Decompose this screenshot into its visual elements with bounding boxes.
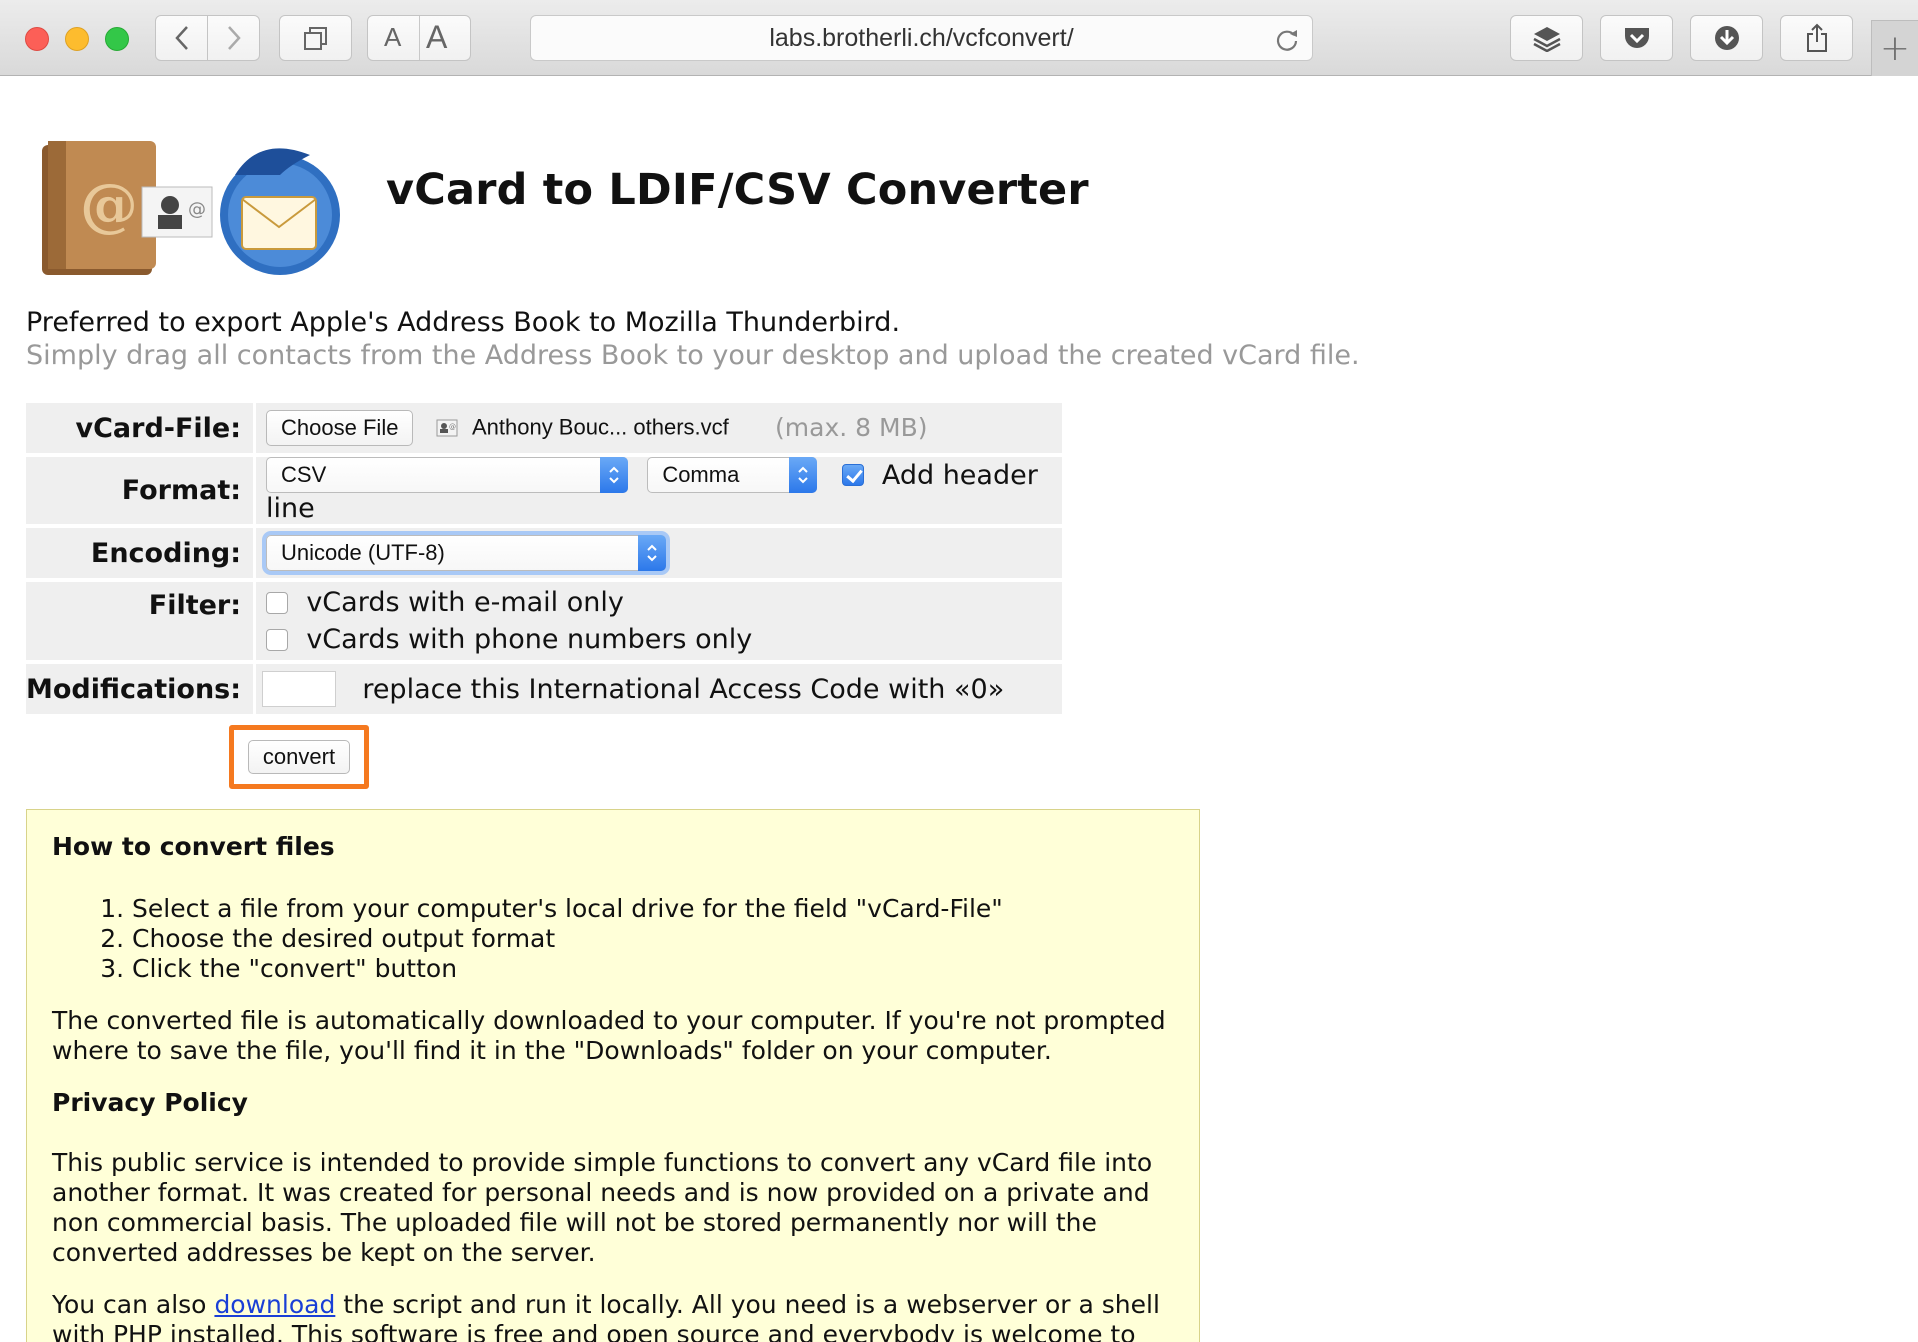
back-button[interactable] <box>155 15 208 61</box>
vcard-file-cell: Choose File @ Anthony Bouc... others.vcf… <box>256 403 1062 453</box>
page-title: vCard to LDIF/CSV Converter <box>386 165 1089 215</box>
layers-icon <box>1532 27 1561 52</box>
download-link[interactable]: download <box>214 1290 335 1319</box>
modifications-row: Modifications: replace this Internationa… <box>26 664 1062 714</box>
info-box: How to convert files Select a file from … <box>26 809 1200 1342</box>
convert-highlight: convert <box>229 725 369 789</box>
filter-phone-checkbox[interactable] <box>266 628 289 651</box>
modifications-cell: replace this International Access Code w… <box>256 664 1062 714</box>
encoding-select[interactable]: Unicode (UTF-8) <box>266 535 667 571</box>
encoding-row: Encoding: Unicode (UTF-8) <box>26 528 1062 578</box>
format-select-value: CSV <box>281 462 327 487</box>
url-text: labs.brotherli.ch/vcfconvert/ <box>769 23 1074 52</box>
choose-file-button[interactable]: Choose File <box>266 410 414 446</box>
format-select[interactable]: CSV <box>266 457 629 493</box>
also-download-paragraph: You can also download the script and run… <box>52 1290 1174 1342</box>
filter-email-option: vCards with e-mail only <box>266 585 1062 622</box>
selected-file-name: Anthony Bouc... others.vcf <box>471 414 729 440</box>
encoding-select-value: Unicode (UTF-8) <box>281 540 445 565</box>
converter-form: vCard-File: Choose File @ Anthony Bouc..… <box>26 399 1062 718</box>
howto-steps: Select a file from your computer's local… <box>132 894 1174 984</box>
filter-cell: vCards with e-mail only vCards with phon… <box>256 582 1062 660</box>
vcard-file-row: vCard-File: Choose File @ Anthony Bouc..… <box>26 403 1062 453</box>
filter-email-label: vCards with e-mail only <box>306 587 624 618</box>
list-item: Choose the desired output format <box>132 924 1174 954</box>
svg-text:@: @ <box>80 171 138 239</box>
svg-text:@: @ <box>188 199 206 220</box>
address-bar[interactable]: labs.brotherli.ch/vcfconvert/ <box>530 15 1313 61</box>
zoom-window-button[interactable] <box>105 27 129 51</box>
vcard-file-label: vCard-File: <box>26 403 257 453</box>
forward-button[interactable] <box>207 15 260 61</box>
show-tabs-button[interactable] <box>279 15 352 61</box>
larger-font-button[interactable]: A <box>426 19 447 56</box>
header-line-checkbox[interactable] <box>841 464 864 486</box>
download-note: The converted file is automatically down… <box>52 1006 1166 1065</box>
convert-button[interactable]: convert <box>247 740 351 774</box>
max-size-note: (max. 8 MB) <box>775 413 928 442</box>
smaller-font-button[interactable]: A <box>384 22 401 53</box>
howto-heading: How to convert files <box>52 832 335 861</box>
list-item: Select a file from your computer's local… <box>132 894 1174 924</box>
page-content: @ @ vCard to LDIF/CSV Converter Preferre… <box>0 77 1918 1342</box>
delimiter-select[interactable]: Comma <box>647 457 818 493</box>
close-window-button[interactable] <box>25 27 49 51</box>
browser-toolbar: A A labs.brotherli.ch/vcfconvert/ + <box>0 0 1918 76</box>
new-tab-button[interactable]: + <box>1871 20 1918 76</box>
also-prefix: You can also <box>52 1290 215 1319</box>
privacy-text: This public service is intended to provi… <box>52 1148 1153 1267</box>
forward-icon <box>227 26 241 50</box>
format-cell: CSV Comma Add header line <box>256 457 1062 524</box>
encoding-label: Encoding: <box>26 528 257 578</box>
layers-button[interactable] <box>1510 15 1583 61</box>
vcard-file-icon: @ <box>436 419 458 436</box>
share-button[interactable] <box>1780 15 1853 61</box>
delimiter-select-value: Comma <box>662 462 740 487</box>
tabs-icon <box>303 27 327 50</box>
download-icon <box>1714 26 1739 50</box>
downloads-button[interactable] <box>1690 15 1763 61</box>
chevron-updown-icon <box>600 457 629 493</box>
share-icon <box>1806 23 1827 52</box>
pocket-icon <box>1624 28 1649 48</box>
list-item: Click the "convert" button <box>132 954 1174 984</box>
font-divider <box>419 16 420 60</box>
intro-text: Preferred to export Apple's Address Book… <box>26 307 901 338</box>
filter-label: Filter: <box>26 582 257 660</box>
reload-icon[interactable] <box>1274 26 1300 52</box>
encoding-cell: Unicode (UTF-8) <box>256 528 1062 578</box>
address-book-logo: @ @ <box>42 141 340 275</box>
format-row: Format: CSV Comma Add header line <box>26 457 1062 524</box>
back-icon <box>174 26 188 50</box>
access-code-input[interactable] <box>262 671 337 707</box>
chevron-updown-icon <box>638 535 667 571</box>
filter-phone-option: vCards with phone numbers only <box>266 621 1062 658</box>
modifications-description: replace this International Access Code w… <box>362 673 1005 705</box>
filter-phone-label: vCards with phone numbers only <box>306 623 753 655</box>
modifications-label: Modifications: <box>26 664 257 714</box>
intro-subtext: Simply drag all contacts from the Addres… <box>26 340 1360 371</box>
format-label: Format: <box>26 457 257 524</box>
svg-text:@: @ <box>449 423 456 431</box>
privacy-heading: Privacy Policy <box>52 1088 248 1117</box>
filter-row: Filter: vCards with e-mail only vCards w… <box>26 582 1062 660</box>
filter-email-checkbox[interactable] <box>266 592 289 614</box>
chevron-updown-icon <box>789 457 818 493</box>
pocket-button[interactable] <box>1600 15 1673 61</box>
minimize-window-button[interactable] <box>65 27 89 51</box>
